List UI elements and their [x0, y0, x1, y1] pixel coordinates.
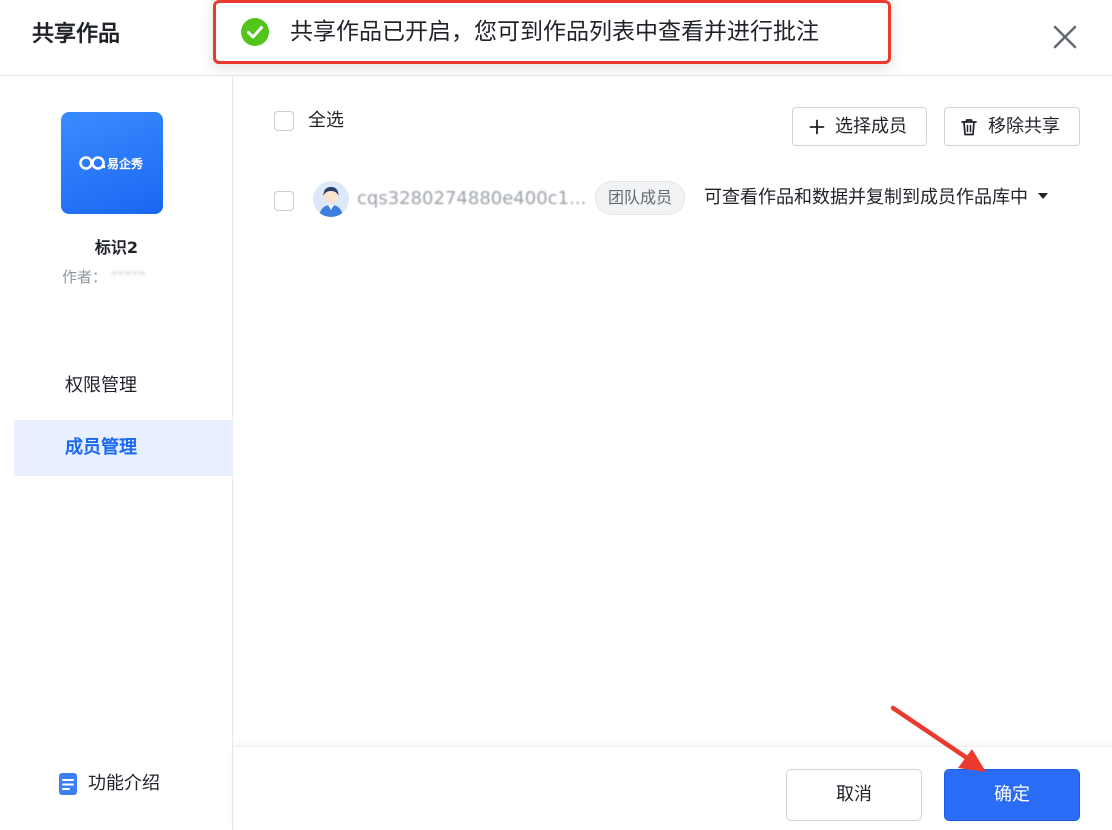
toast-message: 共享作品已开启，您可到作品列表中查看并进行批注: [290, 19, 819, 45]
select-all-label: 全选: [308, 110, 344, 131]
dialog-title: 共享作品: [32, 22, 121, 47]
member-management-panel: 全选 选择成员 移除共享 cqs3280274880e400c1... 团队成员…: [233, 76, 1112, 746]
plus-icon: [809, 119, 825, 135]
feature-intro-link[interactable]: 功能介绍: [58, 771, 160, 797]
check-circle-icon: [241, 18, 269, 46]
trash-icon: [961, 119, 977, 136]
work-author: 作者： """"": [62, 266, 146, 287]
success-toast: 共享作品已开启，您可到作品列表中查看并进行批注: [213, 0, 891, 64]
author-name: """"": [111, 268, 146, 286]
select-all-checkbox[interactable]: [274, 111, 294, 131]
select-members-button[interactable]: 选择成员: [792, 107, 927, 146]
confirm-button[interactable]: 确定: [944, 769, 1080, 821]
permission-dropdown-value: 可查看作品和数据并复制到成员作品库中: [704, 187, 1028, 208]
document-icon: [59, 773, 77, 795]
close-icon: [1053, 25, 1077, 49]
caret-down-icon: [1038, 193, 1048, 199]
cover-brand-text: 易企秀: [107, 157, 144, 171]
user-avatar-icon: [313, 181, 349, 217]
author-label: 作者：: [62, 268, 108, 286]
member-role-badge: 团队成员: [595, 181, 686, 215]
remove-share-button[interactable]: 移除共享: [944, 107, 1080, 146]
member-name: cqs3280274880e400c1...: [357, 186, 586, 212]
share-work-dialog: 共享作品 共享作品已开启，您可到作品列表中查看并进行批注 易企秀 标识2 作者：…: [0, 0, 1112, 830]
select-members-label: 选择成员: [835, 116, 907, 137]
close-button[interactable]: [1048, 20, 1082, 54]
remove-share-label: 移除共享: [988, 116, 1060, 137]
nav-item-permission-management[interactable]: 权限管理: [14, 358, 233, 414]
dialog-footer: 取消 确定: [233, 746, 1112, 830]
cancel-button[interactable]: 取消: [786, 769, 922, 821]
nav-item-member-management[interactable]: 成员管理: [14, 420, 233, 476]
feature-intro-label: 功能介绍: [88, 773, 160, 794]
work-cover-thumbnail: 易企秀: [61, 112, 163, 214]
member-name-text: cqs3280274880e400c1...: [357, 188, 587, 209]
work-title: 标识2: [94, 238, 139, 257]
sidebar: 易企秀 标识2 作者： """"" 权限管理 成员管理 功能介绍: [0, 76, 233, 830]
member-row-checkbox[interactable]: [274, 191, 294, 211]
permission-dropdown[interactable]: 可查看作品和数据并复制到成员作品库中: [704, 185, 1048, 211]
member-row: cqs3280274880e400c1... 团队成员 可查看作品和数据并复制到…: [233, 176, 1112, 226]
